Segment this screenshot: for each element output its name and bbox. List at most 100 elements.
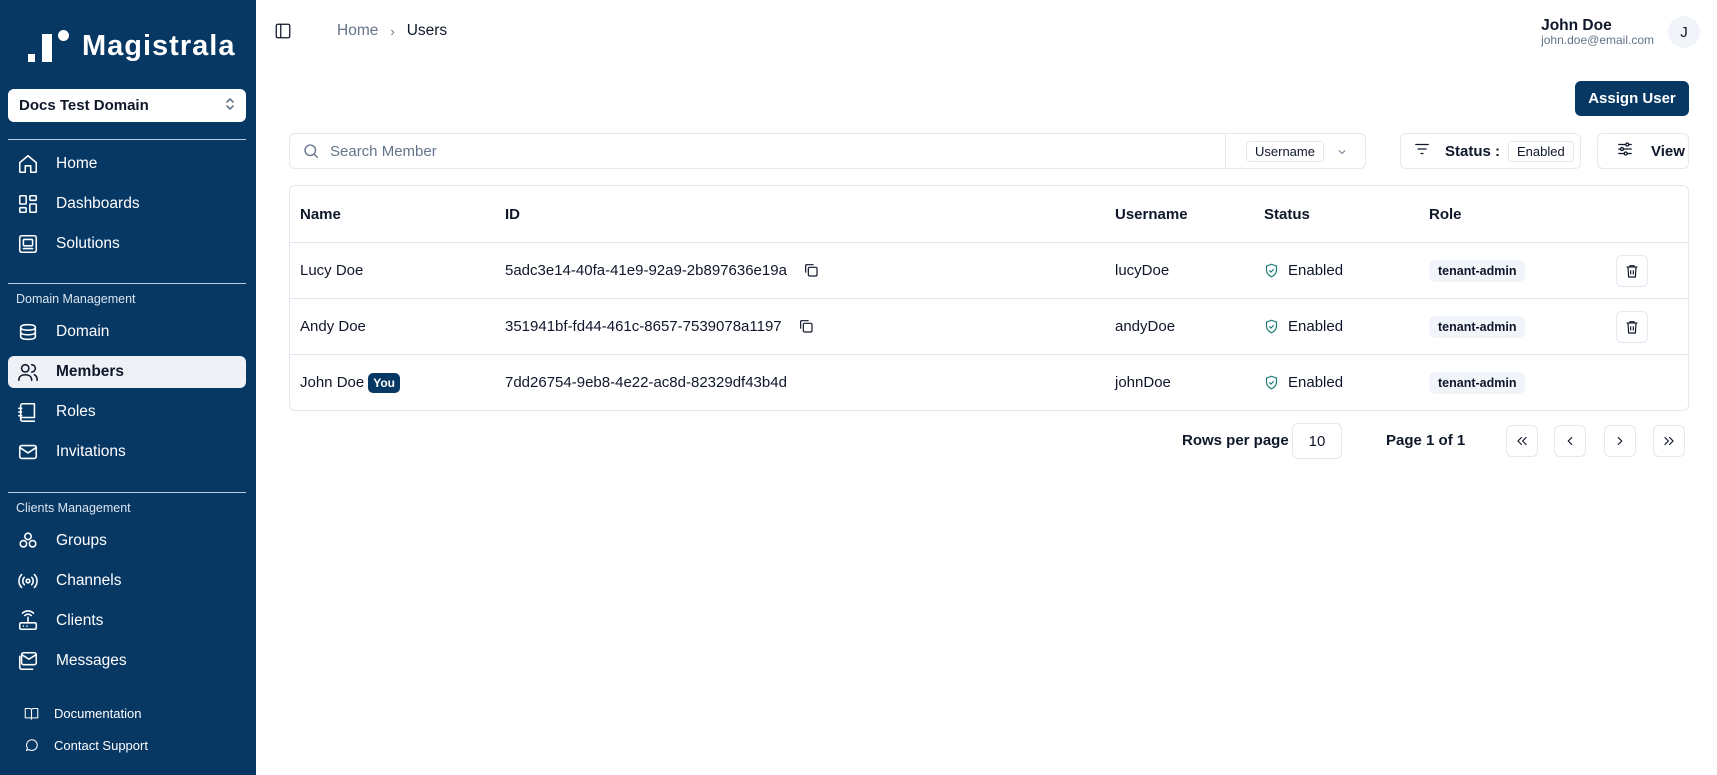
you-badge: You — [368, 372, 400, 393]
member-name: Lucy Doe — [300, 262, 364, 279]
panel-left-icon — [275, 23, 291, 39]
member-status: Enabled — [1264, 243, 1343, 298]
router-icon — [16, 609, 40, 633]
member-id: 5adc3e14-40fa-41e9-92a9-2b897636e19a — [505, 262, 787, 279]
sidebar-item-contact-support[interactable]: Contact Support — [8, 732, 246, 758]
table-row[interactable]: Andy Doe 351941bf-fd44-461c-8657-7539078… — [290, 299, 1688, 355]
sliders-icon — [1616, 140, 1634, 162]
member-actions — [1616, 299, 1648, 354]
status-filter-value: Enabled — [1508, 140, 1574, 162]
role-badge: tenant-admin — [1429, 259, 1526, 282]
search-input[interactable] — [330, 142, 1190, 160]
sidebar-item-label: Members — [56, 363, 125, 380]
sidebar-item-roles[interactable]: Roles — [8, 396, 246, 428]
sidebar-item-documentation[interactable]: Documentation — [8, 700, 246, 726]
section-label-clients-management: Clients Management — [16, 501, 131, 515]
view-button-label: View — [1651, 142, 1685, 160]
sidebar-item-label: Home — [56, 155, 98, 172]
trash-icon — [1626, 320, 1638, 334]
sidebar-item-label: Domain — [56, 323, 110, 340]
brand-logo[interactable]: Magistrala — [26, 28, 235, 64]
member-status: Enabled — [1264, 355, 1343, 410]
search-field-value: Username — [1246, 140, 1324, 162]
sidebar-item-dashboards[interactable]: Dashboards — [8, 188, 246, 220]
status-filter-button[interactable]: Status : Enabled — [1400, 133, 1581, 169]
member-role: tenant-admin — [1429, 243, 1526, 298]
table-row[interactable]: Lucy Doe 5adc3e14-40fa-41e9-92a9-2b89763… — [290, 243, 1688, 299]
mail-icon — [16, 440, 40, 464]
member-id: 7dd26754-9eb8-4e22-ac8d-82329df43b4d — [505, 374, 787, 391]
rows-per-page-select[interactable]: 10 — [1292, 423, 1342, 459]
member-status-label: Enabled — [1288, 262, 1344, 279]
column-header-id[interactable]: ID — [505, 186, 520, 242]
shield-check-icon — [1264, 375, 1279, 390]
column-header-username[interactable]: Username — [1115, 186, 1188, 242]
brand-name: Magistrala — [82, 29, 236, 62]
breadcrumb-home-link[interactable]: Home — [337, 22, 378, 40]
role-badge: tenant-admin — [1429, 315, 1526, 338]
sidebar-item-domain[interactable]: Domain — [8, 316, 246, 348]
sidebar-item-messages[interactable]: Messages — [8, 645, 246, 677]
shield-check-icon — [1264, 263, 1279, 278]
member-status-label: Enabled — [1288, 374, 1344, 391]
sidebar-item-label: Groups — [56, 532, 107, 549]
member-actions — [1616, 243, 1648, 298]
breadcrumb: Home › Users — [337, 22, 447, 40]
view-options-button[interactable]: View — [1597, 133, 1689, 169]
sidebar-item-label: Messages — [56, 652, 127, 669]
search-bar: Username — [289, 133, 1366, 169]
copy-icon[interactable] — [803, 262, 821, 280]
domain-selector[interactable]: Docs Test Domain — [8, 89, 246, 122]
domain-selector-value: Docs Test Domain — [19, 97, 149, 114]
section-label-domain-management: Domain Management — [16, 292, 136, 306]
sidebar-item-label: Clients — [56, 612, 104, 629]
search-field-select[interactable]: Username — [1225, 134, 1365, 168]
column-header-name[interactable]: Name — [300, 186, 341, 242]
member-id-cell: 5adc3e14-40fa-41e9-92a9-2b897636e19a — [505, 243, 821, 298]
copy-icon[interactable] — [798, 318, 816, 336]
sidebar-item-label: Channels — [56, 572, 122, 589]
sidebar-toggle-button[interactable] — [274, 22, 292, 40]
status-filter-label: Status : — [1445, 142, 1501, 160]
filter-icon — [1413, 140, 1431, 162]
user-name: John Doe — [1541, 17, 1612, 34]
column-header-role[interactable]: Role — [1429, 186, 1462, 242]
sidebar-item-members[interactable]: Members — [8, 356, 246, 388]
sidebar-item-channels[interactable]: Channels — [8, 565, 246, 597]
table-row[interactable]: John Doe You 7dd26754-9eb8-4e22-ac8d-823… — [290, 355, 1688, 410]
chevrons-left-icon — [1517, 436, 1527, 446]
avatar[interactable]: J — [1668, 16, 1700, 48]
users-icon — [16, 360, 40, 384]
sidebar-item-label: Contact Support — [54, 737, 148, 753]
delete-member-button[interactable] — [1616, 254, 1648, 287]
chevrons-right-icon — [1664, 436, 1674, 446]
page-info: Page 1 of 1 — [1386, 432, 1466, 449]
messages-icon — [16, 649, 40, 673]
roles-icon — [16, 400, 40, 424]
member-username: johnDoe — [1115, 374, 1171, 391]
sidebar-item-solutions[interactable]: Solutions — [8, 228, 246, 260]
column-header-status[interactable]: Status — [1264, 186, 1310, 242]
shield-check-icon — [1264, 319, 1279, 334]
role-badge: tenant-admin — [1429, 371, 1526, 394]
sidebar-item-invitations[interactable]: Invitations — [8, 436, 246, 468]
search-icon — [302, 142, 320, 160]
assign-user-button[interactable]: Assign User — [1575, 81, 1689, 116]
sidebar-item-clients[interactable]: Clients — [8, 605, 246, 637]
member-username: andyDoe — [1115, 318, 1176, 335]
next-page-button[interactable] — [1604, 425, 1636, 457]
first-page-button[interactable] — [1506, 425, 1538, 457]
sidebar-item-label: Roles — [56, 403, 96, 420]
user-menu[interactable]: John Doe john.doe@email.com — [1541, 17, 1654, 47]
sidebar-item-groups[interactable]: Groups — [8, 525, 246, 557]
radio-icon — [16, 569, 40, 593]
sidebar-divider — [8, 492, 246, 493]
dashboard-icon — [16, 192, 40, 216]
sidebar-item-home[interactable]: Home — [8, 148, 246, 180]
trash-icon — [1626, 264, 1638, 278]
member-id-cell: 7dd26754-9eb8-4e22-ac8d-82329df43b4d — [505, 355, 787, 410]
delete-member-button[interactable] — [1616, 310, 1648, 343]
previous-page-button[interactable] — [1554, 425, 1586, 457]
member-name-cell: John Doe You — [300, 355, 400, 410]
last-page-button[interactable] — [1653, 425, 1685, 457]
